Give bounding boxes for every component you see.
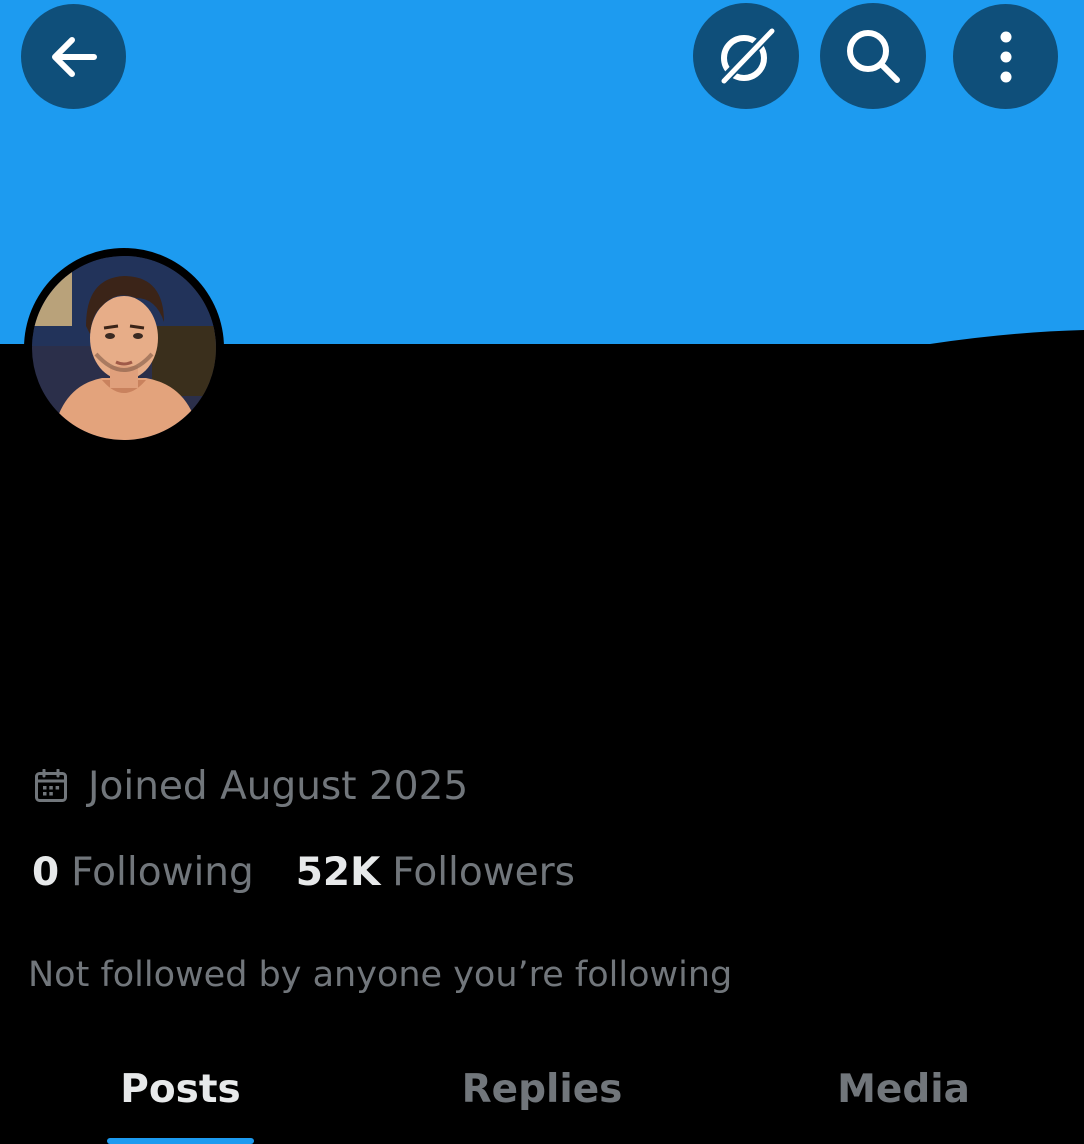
calendar-icon [34,769,68,803]
tab-media-label: Media [837,1067,970,1112]
tab-posts[interactable]: Posts [0,1055,361,1142]
following-link[interactable]: 0 Following [32,850,254,895]
tab-media[interactable]: Media [723,1055,1084,1142]
more-options-button[interactable] [953,4,1058,109]
following-label: Following [71,849,254,895]
joined-text: Joined August 2025 [88,763,469,809]
profile-avatar[interactable] [24,248,224,448]
grok-icon [718,26,776,86]
following-count: 0 [32,849,60,895]
profile-tabs: Posts Replies Media [0,1055,1084,1144]
joined-date: Joined August 2025 [34,760,468,812]
followers-link[interactable]: 52K Followers [296,850,575,895]
back-button[interactable] [21,4,126,109]
tab-replies[interactable]: Replies [361,1055,723,1142]
more-vertical-icon [1000,31,1011,82]
tab-posts-label: Posts [120,1067,241,1112]
follow-stats: 0 Following 52K Followers [32,845,575,899]
search-button[interactable] [820,3,926,109]
grok-button[interactable] [693,3,799,109]
mutual-followers-text: Not followed by anyone you’re following [28,955,733,995]
tab-replies-label: Replies [461,1067,623,1112]
search-icon [847,30,900,83]
active-tab-indicator [107,1138,254,1144]
followers-label: Followers [392,849,575,895]
avatar-image [32,256,216,440]
followers-count: 52K [295,849,381,895]
arrow-left-icon [51,36,97,77]
